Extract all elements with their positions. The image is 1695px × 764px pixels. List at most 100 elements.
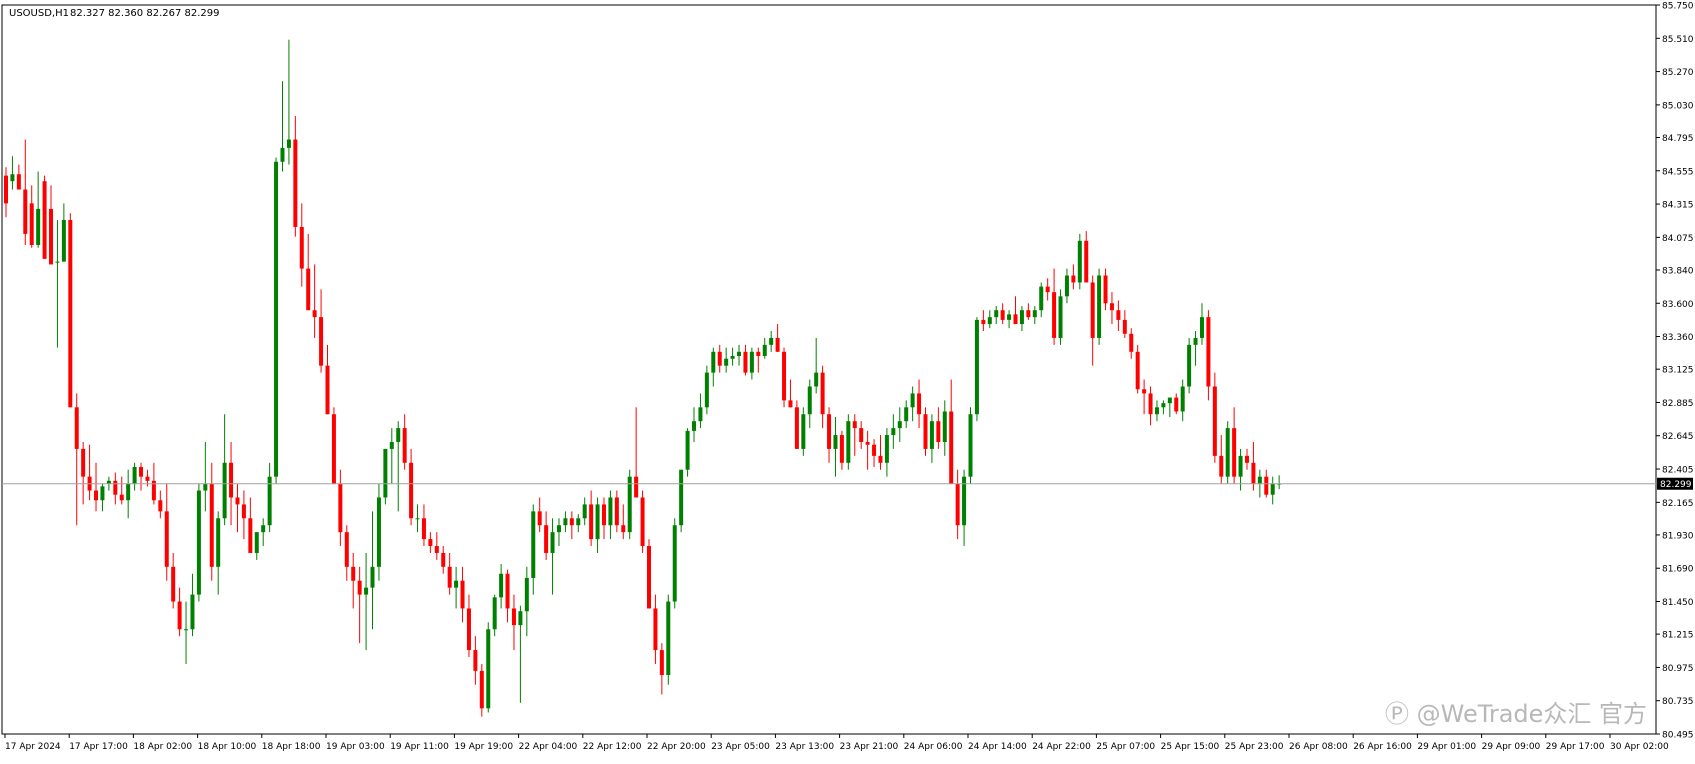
candle xyxy=(1225,421,1230,484)
candle xyxy=(704,365,709,415)
candle-body xyxy=(910,393,915,408)
candle xyxy=(113,472,118,505)
candle-body xyxy=(524,577,529,612)
candle xyxy=(177,587,182,637)
price-tick-label: 81.215 xyxy=(1662,631,1694,641)
candle-body xyxy=(627,476,632,533)
candle-body xyxy=(640,497,645,547)
candle-body xyxy=(833,435,838,449)
candle xyxy=(460,566,465,623)
candle-body xyxy=(274,161,279,477)
candle xyxy=(216,511,221,595)
candle-body xyxy=(460,580,465,609)
time-tick-label: 25 Apr 15:00 xyxy=(1161,742,1220,752)
candle xyxy=(801,407,806,456)
candle xyxy=(994,306,999,325)
candle xyxy=(344,525,349,581)
candle xyxy=(492,594,497,637)
candle xyxy=(415,504,420,533)
price-tick-label: 85.750 xyxy=(1662,2,1694,12)
candle xyxy=(865,430,870,470)
candle-body xyxy=(775,337,780,352)
candle xyxy=(955,469,960,540)
candle xyxy=(518,605,523,703)
candle xyxy=(846,414,851,470)
candle xyxy=(190,573,195,637)
candle xyxy=(409,448,414,526)
candle-body xyxy=(434,546,439,553)
candle-body xyxy=(955,483,960,526)
time-tick-label: 29 Apr 09:00 xyxy=(1482,742,1541,752)
candle-body xyxy=(872,444,877,456)
candle xyxy=(762,337,767,359)
candle xyxy=(1187,337,1192,394)
candle xyxy=(1084,231,1089,283)
candle xyxy=(698,393,703,429)
candle xyxy=(717,344,722,373)
candle-body xyxy=(203,483,208,491)
price-tick-label: 82.165 xyxy=(1662,499,1694,509)
candlestick-chart[interactable]: 85.750 85.510 85.270 85.030 84.795 84.555 84.3… xyxy=(0,0,1695,759)
candle xyxy=(383,448,388,505)
candle xyxy=(730,347,735,366)
candle-body xyxy=(196,490,201,595)
price-tick-label: 84.795 xyxy=(1662,134,1694,144)
candle xyxy=(1199,303,1204,345)
time-tick-label: 17 Apr 17:00 xyxy=(69,742,128,752)
candle-body xyxy=(100,486,105,501)
candle xyxy=(531,504,536,595)
candle xyxy=(479,663,484,717)
candle-body xyxy=(415,518,420,520)
candle xyxy=(949,379,954,484)
candle xyxy=(196,483,201,602)
candle xyxy=(1000,303,1005,325)
candle xyxy=(833,417,838,477)
candle-body xyxy=(737,351,742,356)
candle-body xyxy=(409,462,414,519)
candle-body xyxy=(132,466,137,484)
price-tick-label: 80.495 xyxy=(1662,731,1694,741)
candle xyxy=(595,497,600,553)
candle xyxy=(441,546,446,574)
candle-body xyxy=(23,189,28,234)
candle-body xyxy=(769,337,774,345)
candle-body xyxy=(1090,282,1095,338)
time-tick-label: 19 Apr 03:00 xyxy=(326,742,385,752)
candle xyxy=(659,643,664,695)
candle xyxy=(569,511,574,540)
candle-body xyxy=(74,407,79,449)
candle-body xyxy=(331,414,336,484)
chart-area[interactable]: 85.750 85.510 85.270 85.030 84.795 84.555 84.3… xyxy=(0,0,1695,759)
price-tick-label: 81.450 xyxy=(1662,598,1694,608)
candle xyxy=(1167,397,1172,418)
candle-body xyxy=(286,139,291,148)
candle xyxy=(61,203,66,262)
candle xyxy=(524,566,529,637)
candle-body xyxy=(897,421,902,429)
candle-body xyxy=(666,601,671,676)
candle xyxy=(139,462,144,491)
candle xyxy=(1052,268,1057,345)
candle-body xyxy=(1129,333,1134,352)
candle xyxy=(904,400,909,429)
candle-body xyxy=(370,566,375,588)
candles-layer xyxy=(4,39,1282,717)
candle-body xyxy=(794,407,799,449)
candle xyxy=(1019,306,1024,332)
candle-body xyxy=(389,441,394,449)
candle-body xyxy=(466,608,471,651)
candle xyxy=(1219,435,1224,484)
candle-body xyxy=(1052,292,1057,338)
candle-body xyxy=(923,414,928,449)
candle-body xyxy=(846,421,851,463)
candle xyxy=(267,462,272,533)
candle xyxy=(608,490,613,540)
candle-body xyxy=(1122,319,1127,334)
candle xyxy=(692,407,697,442)
candle xyxy=(1039,282,1044,318)
candle-body xyxy=(505,573,510,609)
candle-body xyxy=(1058,296,1063,338)
price-tick-label: 82.645 xyxy=(1662,432,1694,442)
candle xyxy=(280,81,285,172)
candle xyxy=(338,469,343,547)
